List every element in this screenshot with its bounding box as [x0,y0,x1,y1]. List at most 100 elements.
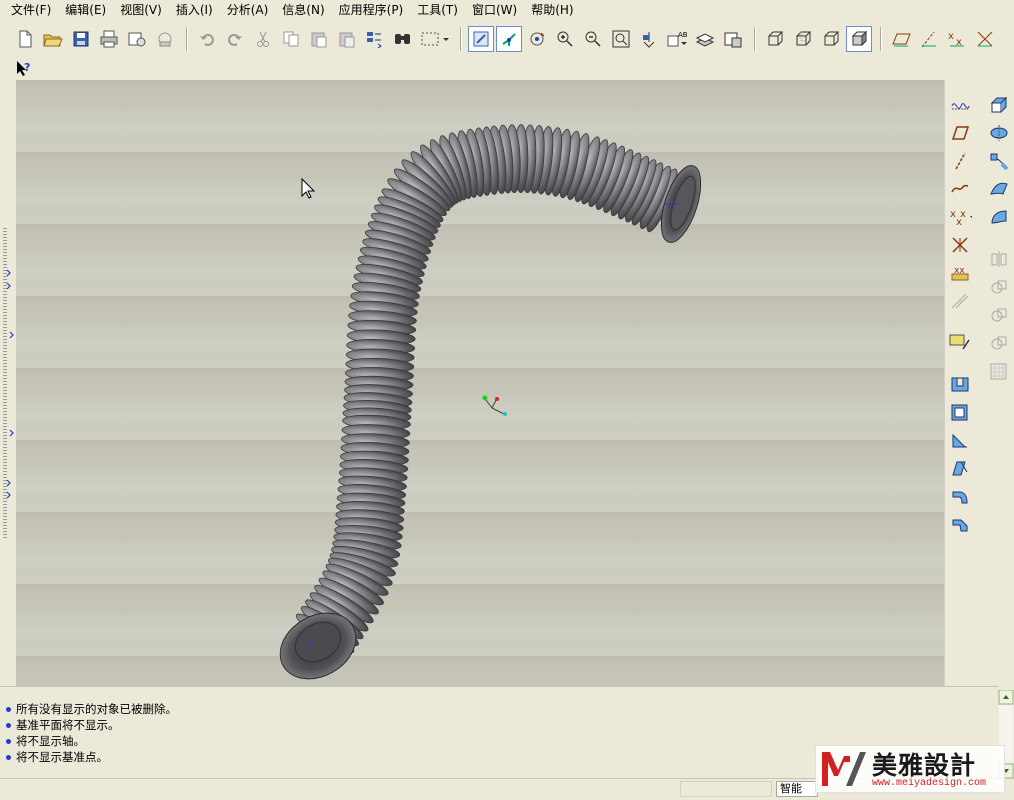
regenerate-icon[interactable] [362,26,388,52]
paste-special-icon[interactable] [334,26,360,52]
hidden-line-icon[interactable] [790,26,816,52]
cut-icon[interactable] [250,26,276,52]
shading-icon[interactable] [846,26,872,52]
layers-icon[interactable] [692,26,718,52]
copy-icon[interactable] [278,26,304,52]
shell-icon[interactable] [948,400,972,424]
datum-axis-icon[interactable] [948,149,972,173]
merge-icon[interactable] [987,275,1011,299]
brand-name: 美雅設計 [872,751,977,780]
bullet-icon [6,706,11,712]
rib-icon[interactable] [948,428,972,452]
round-icon[interactable] [948,484,972,508]
zoom-out-icon[interactable] [580,26,606,52]
watermark-logo: 美雅設計 www.meiyadesign.com [815,745,1005,793]
svg-text:x: x [960,209,966,220]
intersect-icon[interactable] [987,331,1011,355]
hole-icon[interactable] [948,372,972,396]
repaint-icon[interactable] [468,26,494,52]
menu-edit[interactable]: 编辑(E) [58,0,113,20]
trim-icon[interactable] [987,303,1011,327]
no-hidden-icon[interactable] [818,26,844,52]
message-line: 所有没有显示的对象已被删除。 [6,701,998,717]
refit-icon[interactable] [608,26,634,52]
wireframe-icon[interactable] [762,26,788,52]
menu-window[interactable]: 窗口(W) [465,0,524,20]
erase-icon[interactable] [152,26,178,52]
brand-url: www.meiyadesign.com [872,778,987,789]
chamfer-icon[interactable] [948,512,972,536]
send-mail-icon[interactable] [124,26,150,52]
svg-text:x: x [948,31,954,42]
datum-points-icon[interactable]: xx [944,26,970,52]
datum-point-icon[interactable]: xxx [948,205,972,229]
view-manager-icon[interactable] [720,26,746,52]
selection-filter[interactable]: 智能 [776,781,818,797]
context-toolbar: ? [0,56,1014,80]
message-line: 基准平面将不显示。 [6,717,998,733]
draft-icon[interactable] [948,456,972,480]
paste-icon[interactable] [306,26,332,52]
svg-text:?: ? [24,61,30,74]
pattern-icon[interactable] [987,359,1011,383]
analysis-feature-icon[interactable]: xx [948,261,972,285]
print-icon[interactable] [96,26,122,52]
svg-text:AB: AB [678,31,688,39]
coordinate-triad [482,395,507,416]
datum-plane-icon[interactable] [948,121,972,145]
extrude-icon[interactable] [987,93,1011,117]
main-toolbar: AB xx [0,22,1014,56]
brand-logo-icon [822,752,866,786]
menu-info[interactable]: 信息(N) [275,0,331,20]
boundary-blend-icon[interactable] [987,205,1011,229]
bullet-icon [6,722,11,728]
toolbar-separator [754,27,756,51]
menu-tools[interactable]: 工具(T) [410,0,465,20]
open-folder-icon[interactable] [40,26,66,52]
undo-icon[interactable] [194,26,220,52]
menu-applications[interactable]: 应用程序(P) [332,0,411,20]
swept-blend-icon[interactable] [987,177,1011,201]
menu-help[interactable]: 帮助(H) [524,0,580,20]
menu-bar: 文件(F) 编辑(E) 视图(V) 插入(I) 分析(A) 信息(N) 应用程序… [0,0,1014,20]
coord-sys-icon[interactable] [972,26,998,52]
menu-insert[interactable]: 插入(I) [169,0,220,20]
blend-icon[interactable] [948,289,972,313]
redo-icon[interactable] [222,26,248,52]
model-tree-collapsed-strip[interactable] [0,80,16,686]
graphics-window[interactable] [16,80,944,686]
mouse-cursor-icon [301,177,316,199]
zoom-in-icon[interactable] [552,26,578,52]
datum-curve-icon[interactable] [948,93,972,117]
spin-center-icon[interactable] [496,26,522,52]
feature-toolbar: xxx xx [944,80,1014,686]
context-help-icon[interactable]: ? [14,58,34,78]
corrugated-hose[interactable] [293,124,682,657]
sketch-tool-icon[interactable] [948,330,972,354]
datum-planes-icon[interactable] [888,26,914,52]
menu-analysis[interactable]: 分析(A) [220,0,276,20]
coord-system-icon[interactable] [948,233,972,257]
save-icon[interactable] [68,26,94,52]
menu-file[interactable]: 文件(F) [4,0,58,20]
sketched-curve-icon[interactable] [948,177,972,201]
saved-views-icon[interactable]: AB [664,26,690,52]
mirror-icon[interactable] [987,247,1011,271]
selection-box-icon[interactable] [418,26,452,52]
menu-view[interactable]: 视图(V) [113,0,169,20]
toolbar-separator [460,27,462,51]
sweep-icon[interactable] [987,149,1011,173]
datum-axes-icon[interactable] [916,26,942,52]
splitter-arrows [6,269,14,499]
reorient-icon[interactable] [636,26,662,52]
orient-icon[interactable] [524,26,550,52]
new-file-icon[interactable] [12,26,38,52]
bullet-icon [6,754,11,760]
toolbar-separator [186,27,188,51]
revolve-icon[interactable] [987,121,1011,145]
find-icon[interactable] [390,26,416,52]
status-field [680,781,772,797]
model-canvas[interactable] [16,80,944,686]
bullet-icon [6,738,11,744]
toolbar-separator [880,27,882,51]
